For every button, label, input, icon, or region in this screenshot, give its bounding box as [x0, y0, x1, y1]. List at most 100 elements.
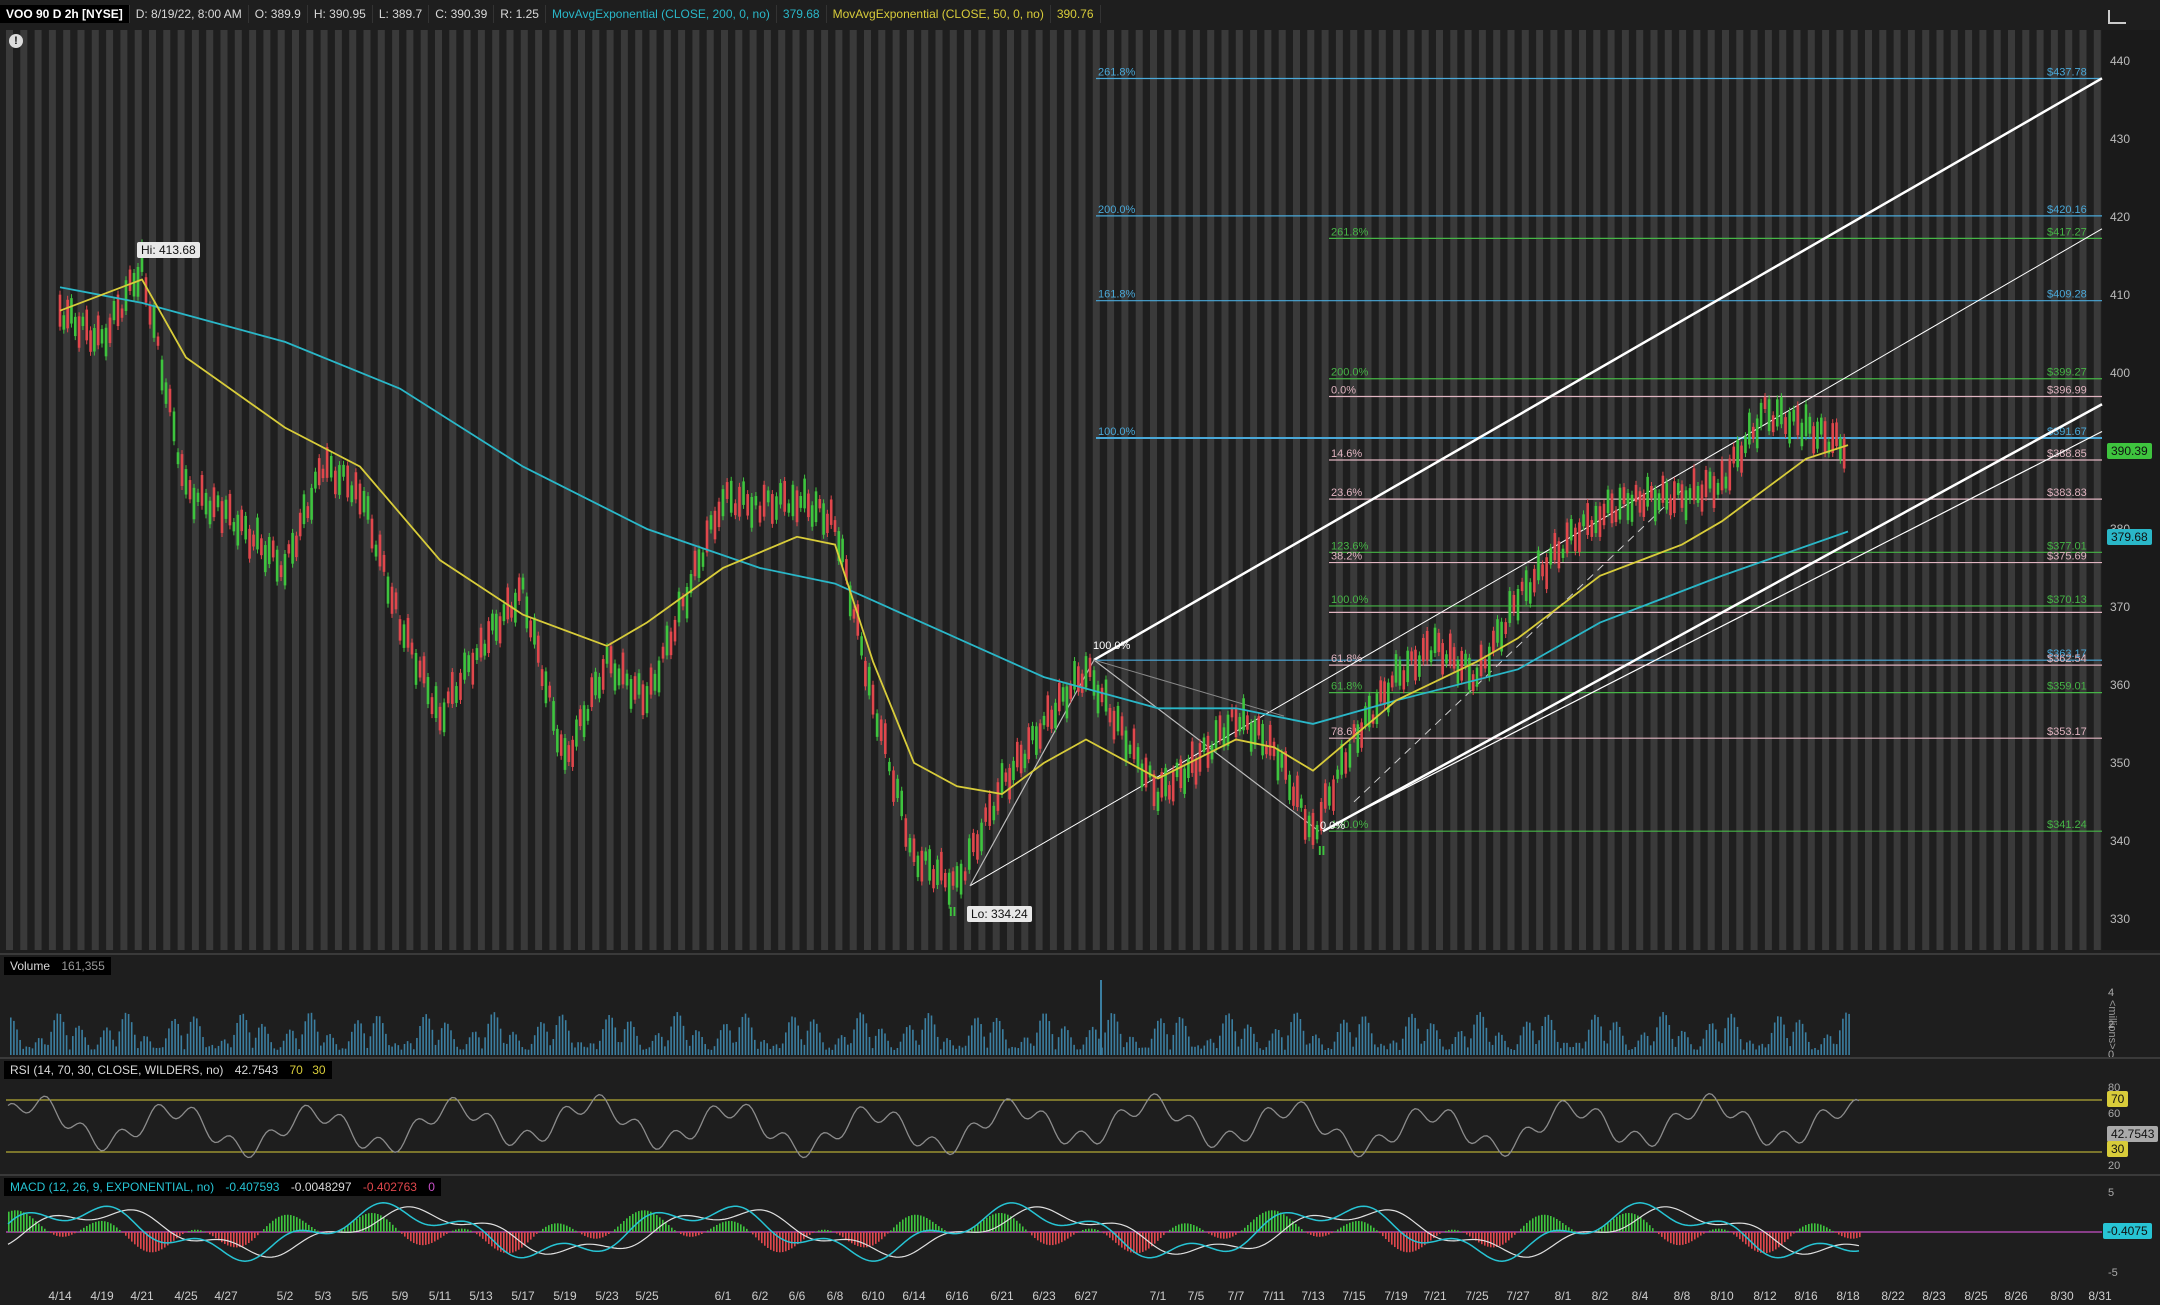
- candle-body: [1788, 411, 1791, 444]
- macd-hist-bar: [1208, 1232, 1210, 1234]
- volume-bar: [1048, 1021, 1051, 1055]
- volume-bar: [512, 1031, 514, 1055]
- macd-hist-bar: [887, 1232, 889, 1234]
- volume-bar: [1386, 1049, 1388, 1055]
- volume-bar: [890, 1047, 892, 1055]
- volume-bar: [363, 1033, 365, 1055]
- rsi-label[interactable]: RSI (14, 70, 30, CLOSE, WILDERS, no): [10, 1063, 223, 1077]
- volume-bar: [537, 1026, 539, 1055]
- session-stripe: [1564, 30, 1572, 950]
- volume-bar: [1036, 1032, 1038, 1055]
- volume-bar: [425, 1014, 427, 1055]
- candle-body: [750, 496, 754, 528]
- volume-bar: [657, 1033, 660, 1055]
- volume-bar: [1116, 1021, 1119, 1055]
- volume-bar: [589, 1043, 592, 1055]
- candle-body: [992, 805, 996, 821]
- candle-body: [1626, 493, 1630, 521]
- candle-body: [438, 706, 442, 731]
- rsi-panel-divider[interactable]: [0, 1057, 2160, 1059]
- candle-body: [1035, 726, 1038, 755]
- macd-hist-bar: [206, 1232, 208, 1233]
- macd-avg-value: -0.0048297: [290, 1180, 352, 1194]
- macd-hist-bar: [1382, 1232, 1384, 1237]
- candle-body: [1819, 417, 1823, 435]
- candle-body: [1800, 422, 1804, 447]
- candle-body: [302, 494, 306, 525]
- candle-body: [758, 505, 762, 523]
- candle-body: [1112, 710, 1116, 740]
- volume-bar: [227, 1043, 229, 1055]
- macd-hist-bar: [1412, 1232, 1414, 1252]
- macd-hist-bar: [851, 1232, 853, 1244]
- volume-bar: [1250, 1026, 1252, 1055]
- hi-label[interactable]: Hi: 413.68: [137, 242, 200, 258]
- volume-bar: [385, 1033, 387, 1055]
- macd-value: -0.407593: [225, 1180, 280, 1194]
- volume-bar: [648, 1047, 651, 1055]
- volume-bar: [279, 1047, 282, 1055]
- alert-icon[interactable]: !: [9, 34, 23, 48]
- ema200-label[interactable]: MovAvgExponential (CLOSE, 200, 0, no): [546, 5, 777, 23]
- candle-body: [1594, 505, 1598, 534]
- volume-bar: [158, 1047, 161, 1055]
- macd-hist-bar: [1790, 1232, 1792, 1237]
- session-stripe: [1979, 30, 1987, 950]
- macd-label[interactable]: MACD (12, 26, 9, EXPONENTIAL, no): [10, 1180, 214, 1194]
- volume-bar: [1618, 1026, 1621, 1055]
- volume-bar: [81, 1029, 83, 1055]
- volume-panel-divider[interactable]: [0, 953, 2160, 955]
- macd-hist-bar: [1658, 1232, 1660, 1235]
- volume-bar: [1284, 1049, 1286, 1055]
- candle-body: [128, 269, 132, 292]
- macd-hist-bar: [1202, 1229, 1204, 1232]
- candle-body: [390, 586, 394, 614]
- session-stripe: [20, 30, 28, 950]
- symbol-label[interactable]: VOO 90 D 2h [NYSE]: [0, 5, 130, 23]
- macd-hist-bar: [1511, 1232, 1513, 1238]
- macd-panel-divider[interactable]: [0, 1174, 2160, 1176]
- volume-bar: [1107, 1019, 1109, 1055]
- volume-bar: [850, 1043, 852, 1055]
- candle-body: [1445, 654, 1448, 664]
- macd-hist-bar: [1385, 1232, 1387, 1240]
- candle-body: [1065, 686, 1069, 719]
- y-tick-label: 330: [2110, 912, 2130, 926]
- candle-body: [350, 485, 354, 503]
- candle-body: [1398, 660, 1402, 686]
- candle-body: [947, 872, 951, 905]
- candle-body: [62, 315, 66, 330]
- volume-bar: [183, 1049, 186, 1055]
- candle-body: [329, 456, 333, 478]
- session-stripe: [506, 30, 514, 950]
- macd-hist-bar: [371, 1212, 373, 1232]
- chart-canvas[interactable]: 330340350360370380390400410420430440261.…: [0, 0, 2160, 1305]
- macd-hist-bar: [1286, 1216, 1288, 1232]
- candle-body: [1257, 716, 1261, 736]
- volume-bar: [1705, 1030, 1708, 1055]
- lo-label[interactable]: Lo: 334.24: [967, 906, 1032, 922]
- volume-label[interactable]: Volume: [10, 959, 50, 973]
- drawing-tool-icon[interactable]: [2108, 10, 2126, 24]
- volume-bar: [1383, 1045, 1385, 1055]
- macd-hist-bar: [914, 1214, 916, 1232]
- volume-bar: [369, 1036, 372, 1055]
- ema50-label[interactable]: MovAvgExponential (CLOSE, 50, 0, no): [827, 5, 1051, 23]
- macd-hist-bar: [1532, 1218, 1534, 1232]
- session-stripe: [1250, 30, 1258, 950]
- volume-bar: [1259, 1048, 1261, 1055]
- volume-bar: [1228, 1013, 1230, 1055]
- volume-bar: [1820, 1044, 1822, 1055]
- macd-hist-bar: [401, 1232, 403, 1234]
- candle-body: [1524, 570, 1528, 602]
- session-stripe: [1550, 30, 1558, 950]
- fib-level-price: $396.99: [2047, 385, 2087, 397]
- fib-level-price: $341.24: [2047, 819, 2087, 831]
- volume-bar: [1628, 1049, 1630, 1055]
- macd-hist-bar: [872, 1232, 874, 1246]
- x-tick-label: 7/19: [1384, 1289, 1408, 1303]
- candle-body: [1437, 632, 1441, 653]
- session-stripe: [678, 30, 686, 950]
- volume-bar: [1457, 1031, 1460, 1055]
- volume-value: 161,355: [61, 959, 105, 973]
